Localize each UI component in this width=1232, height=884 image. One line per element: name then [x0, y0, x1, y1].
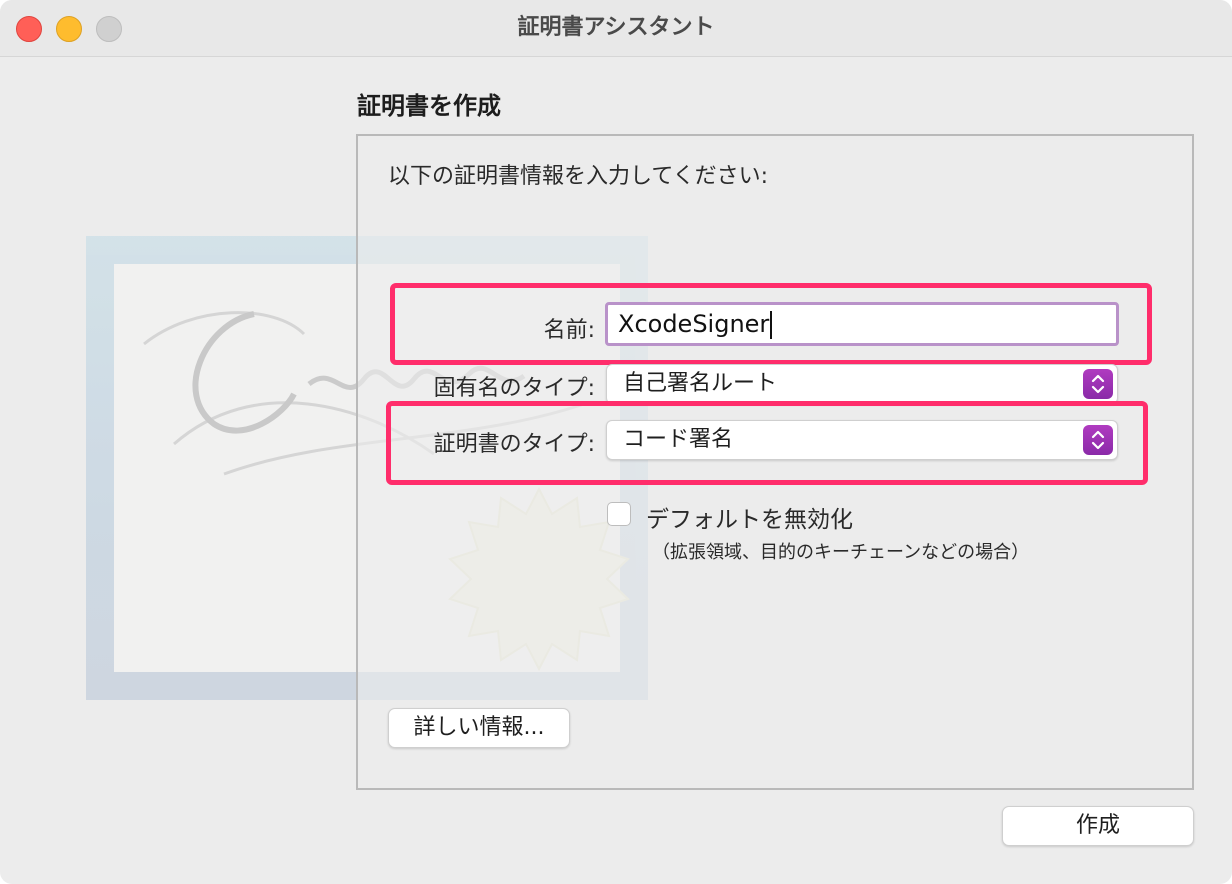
learn-more-button[interactable]: 詳しい情報... — [388, 708, 570, 748]
create-button[interactable]: 作成 — [1002, 806, 1194, 846]
instruction-text: 以下の証明書情報を入力してください: — [388, 164, 769, 189]
identity-type-value: 自己署名ルート — [623, 371, 778, 396]
identity-type-popup[interactable]: 自己署名ルート — [606, 364, 1118, 404]
override-defaults-label[interactable]: デフォルトを無効化 — [646, 500, 853, 534]
window-title: 証明書アシスタント — [517, 15, 715, 40]
override-defaults-checkbox[interactable] — [607, 502, 631, 526]
certificate-assistant-window: 証明書アシスタント 証明書を作成 以下の証明書情報を入力してください: 名前: … — [0, 0, 1232, 884]
certificate-type-value: コード署名 — [623, 427, 734, 452]
text-caret — [770, 311, 773, 339]
override-defaults-note: （拡張領域、目的のキーチェーンなどの場合） — [652, 542, 1030, 563]
page-heading: 証明書を作成 — [357, 92, 501, 120]
certificate-type-popup[interactable]: コード署名 — [606, 420, 1118, 460]
name-input-value: XcodeSigner — [618, 310, 770, 338]
name-input[interactable]: XcodeSigner — [605, 302, 1119, 346]
popup-stepper-icon — [1083, 425, 1113, 455]
certificate-type-label: 証明書のタイプ: — [433, 432, 595, 457]
identity-type-label: 固有名のタイプ: — [433, 376, 595, 401]
title-bar: 証明書アシスタント — [0, 0, 1232, 57]
name-label: 名前: — [543, 318, 595, 343]
popup-stepper-icon — [1083, 369, 1113, 399]
